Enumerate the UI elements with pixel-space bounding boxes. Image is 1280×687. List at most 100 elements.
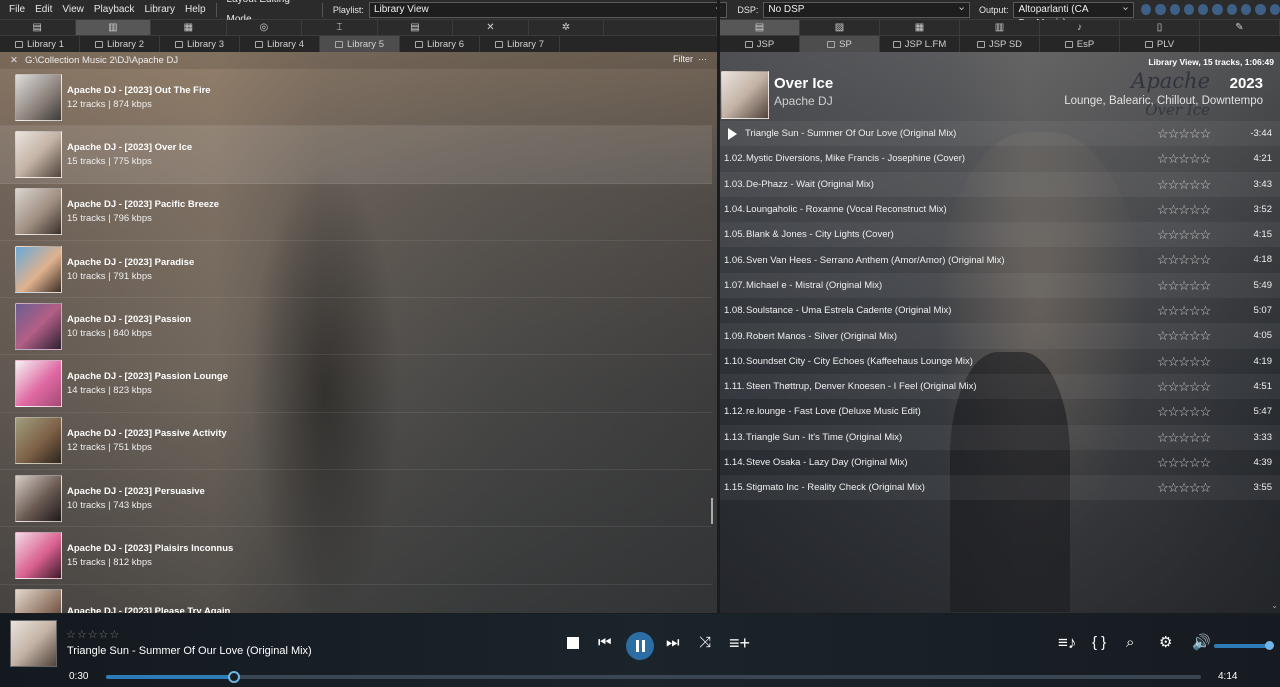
track-row[interactable]: 1.06. Sven Van Hees - Serrano Anthem (Amo… bbox=[720, 247, 1280, 272]
menu-view[interactable]: View bbox=[57, 0, 89, 20]
list-panel-icon[interactable]: ▤ bbox=[377, 20, 454, 36]
output-select[interactable]: Altoparlanti (CA DacMagic) bbox=[1013, 0, 1135, 29]
pause-button[interactable] bbox=[626, 632, 654, 660]
scrollbar[interactable] bbox=[711, 498, 713, 524]
seek-bar[interactable] bbox=[106, 671, 1201, 683]
tray-icon[interactable] bbox=[1241, 4, 1252, 15]
previous-button[interactable]: ⏮ bbox=[598, 635, 612, 651]
tray-icon[interactable] bbox=[1155, 4, 1166, 15]
track-row[interactable]: Triangle Sun - Summer Of Our Love (Origi… bbox=[720, 121, 1280, 147]
track-row[interactable]: 1.02. Mystic Diversions, Mike Francis - J… bbox=[720, 146, 1280, 171]
tab-library-6[interactable]: Library 6 bbox=[400, 36, 480, 53]
rating-stars[interactable]: ☆☆☆☆☆ bbox=[1157, 430, 1211, 446]
artwork-view-icon[interactable]: ▨ bbox=[800, 20, 880, 36]
tray-icon[interactable] bbox=[1212, 4, 1223, 15]
playlist-panel-icon[interactable]: ▤ bbox=[0, 20, 76, 36]
rating-stars[interactable]: ☆☆☆☆☆ bbox=[1157, 151, 1211, 167]
rating-stars[interactable]: ☆☆☆☆☆ bbox=[1157, 278, 1211, 294]
track-row[interactable]: 1.07. Michael e - Mistral (Original Mix) ☆… bbox=[720, 272, 1280, 299]
album-row[interactable]: Apache DJ - [2023] Passion Lounge 14 trac… bbox=[0, 355, 712, 413]
album-row[interactable]: Apache DJ - [2023] Please Try Again bbox=[0, 585, 712, 613]
next-button[interactable]: ⏭ bbox=[666, 635, 680, 651]
rating-stars[interactable]: ☆☆☆☆☆ bbox=[1157, 177, 1211, 193]
tray-icon[interactable] bbox=[1140, 4, 1152, 15]
album-row[interactable]: Apache DJ - [2023] Over Ice 15 tracks | 7… bbox=[0, 126, 712, 184]
track-row[interactable]: 1.03. De-Phazz - Wait (Original Mix) ☆☆☆☆☆… bbox=[720, 171, 1280, 197]
track-row[interactable]: 1.12. re.lounge - Fast Love (Deluxe Music… bbox=[720, 399, 1280, 424]
track-row[interactable]: 1.08. Soulstance - Uma Estrela Cadente (O… bbox=[720, 298, 1280, 323]
rating-stars[interactable]: ☆☆☆☆☆ bbox=[1157, 480, 1211, 496]
track-row[interactable]: 1.15. Stigmato Inc - Reality Check (Origi… bbox=[720, 475, 1280, 501]
track-row[interactable]: 1.09. Robert Manos - Silver (Original Mix… bbox=[720, 323, 1280, 349]
tray-icon[interactable] bbox=[1169, 4, 1180, 15]
add-to-queue-button[interactable]: ≡+ bbox=[729, 634, 750, 652]
dsp-select[interactable]: No DSP bbox=[763, 0, 971, 18]
track-row[interactable]: 1.14. Steve Osaka - Lazy Day (Original Mi… bbox=[720, 450, 1280, 475]
queue-button[interactable]: ≡♪ bbox=[1058, 634, 1076, 651]
rating-stars[interactable]: ☆☆☆☆☆ bbox=[1157, 354, 1211, 370]
tab-library-4[interactable]: Library 4 bbox=[240, 36, 320, 53]
tab-sp[interactable]: SP bbox=[800, 36, 880, 53]
volume-button[interactable]: 🔊 bbox=[1192, 635, 1211, 651]
track-row[interactable]: 1.11. Steen Thøttrup, Denver Knoesen - I … bbox=[720, 373, 1280, 400]
tab-library-5[interactable]: Library 5 bbox=[320, 36, 400, 53]
shuffle-button[interactable]: ⤨ bbox=[699, 635, 711, 651]
tab-jsp-sd[interactable]: JSP SD bbox=[960, 36, 1040, 53]
tray-icon[interactable] bbox=[1269, 4, 1280, 15]
playlist-view-icon[interactable]: ▤ bbox=[720, 20, 800, 36]
tray-icon[interactable] bbox=[1226, 4, 1238, 15]
tab-esp[interactable]: EsP bbox=[1040, 36, 1120, 53]
library-panel-icon[interactable]: ▥ bbox=[75, 20, 152, 36]
track-row[interactable]: 1.13. Triangle Sun - It's Time (Original … bbox=[720, 424, 1280, 450]
volume-slider[interactable] bbox=[1214, 641, 1274, 650]
rating-stars[interactable]: ☆☆☆☆☆ bbox=[1157, 455, 1211, 471]
rating-stars[interactable]: ☆☆☆☆☆ bbox=[1157, 404, 1211, 420]
menu-edit[interactable]: Edit bbox=[30, 0, 57, 20]
rating-stars[interactable]: ☆☆☆☆☆ bbox=[66, 628, 120, 641]
page-view-icon[interactable]: ▯ bbox=[1120, 20, 1200, 36]
track-row[interactable]: 1.04. Loungaholic - Roxanne (Vocal Recons… bbox=[720, 197, 1280, 222]
filter-button[interactable]: Filter ··· bbox=[673, 54, 707, 64]
settings-button[interactable]: ⚙ bbox=[1159, 635, 1172, 651]
album-row[interactable]: Apache DJ - [2023] Passion 10 tracks | 84… bbox=[0, 298, 712, 356]
tab-plv[interactable]: PLV bbox=[1120, 36, 1200, 53]
menu-library[interactable]: Library bbox=[139, 0, 180, 20]
settings-panel-icon[interactable]: ✲ bbox=[528, 20, 605, 36]
tab-library-7[interactable]: Library 7 bbox=[480, 36, 560, 53]
track-row[interactable]: 1.10. Soundset City - City Echoes (Kaffee… bbox=[720, 349, 1280, 374]
menu-file[interactable]: File bbox=[4, 0, 30, 20]
rating-stars[interactable]: ☆☆☆☆☆ bbox=[1157, 252, 1211, 268]
playlist-select[interactable]: Library View bbox=[368, 0, 727, 18]
rating-stars[interactable]: ☆☆☆☆☆ bbox=[1157, 379, 1211, 395]
book-panel-icon[interactable]: ▦ bbox=[151, 20, 227, 36]
stop-button[interactable] bbox=[567, 635, 579, 653]
disc-panel-icon[interactable]: ◎ bbox=[226, 20, 303, 36]
rating-stars[interactable]: ☆☆☆☆☆ bbox=[1157, 202, 1211, 218]
volume-handle[interactable] bbox=[1265, 641, 1274, 650]
album-row[interactable]: Apache DJ - [2023] Passive Activity 12 tr… bbox=[0, 413, 712, 471]
track-row[interactable]: 1.05. Blank & Jones - City Lights (Cover)… bbox=[720, 222, 1280, 248]
album-row[interactable]: Apache DJ - [2023] Plaisirs Inconnus 15 t… bbox=[0, 527, 712, 585]
rating-stars[interactable]: ☆☆☆☆☆ bbox=[1157, 328, 1211, 344]
seek-handle[interactable] bbox=[228, 671, 241, 683]
columns-panel-icon[interactable]: ⌶ bbox=[302, 20, 378, 36]
tab-jsp-lfm[interactable]: JSP L.FM bbox=[880, 36, 960, 53]
more-icon[interactable]: ··· bbox=[698, 54, 707, 64]
album-row[interactable]: Apache DJ - [2023] Paradise 10 tracks | 7… bbox=[0, 241, 712, 299]
menu-help[interactable]: Help bbox=[180, 0, 211, 20]
menu-playback[interactable]: Playback bbox=[89, 0, 140, 20]
rating-stars[interactable]: ☆☆☆☆☆ bbox=[1157, 303, 1211, 319]
album-row[interactable]: Apache DJ - [2023] Out The Fire 12 tracks… bbox=[0, 69, 712, 127]
tray-icon[interactable] bbox=[1183, 4, 1195, 15]
tray-icon[interactable] bbox=[1198, 4, 1209, 15]
edit-view-icon[interactable]: ✎ bbox=[1200, 20, 1280, 36]
album-row[interactable]: Apache DJ - [2023] Pacific Breeze 15 trac… bbox=[0, 184, 712, 241]
rating-stars[interactable]: ☆☆☆☆☆ bbox=[1157, 126, 1211, 142]
table-view-icon[interactable]: ▥ bbox=[960, 20, 1040, 36]
album-row[interactable]: Apache DJ - [2023] Persuasive 10 tracks |… bbox=[0, 470, 712, 528]
lyrics-view-icon[interactable]: ♪ bbox=[1040, 20, 1120, 36]
tray-icon[interactable] bbox=[1255, 4, 1266, 15]
tools-panel-icon[interactable]: ✕ bbox=[453, 20, 529, 36]
tab-jsp[interactable]: JSP bbox=[720, 36, 800, 53]
search-button[interactable]: ⌕ bbox=[1126, 635, 1134, 651]
